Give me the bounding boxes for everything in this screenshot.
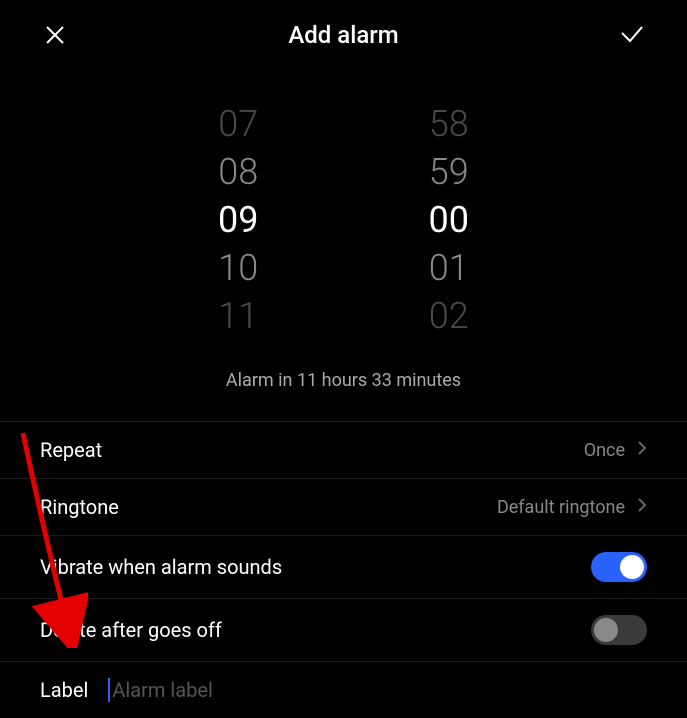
repeat-value: Once <box>584 440 625 461</box>
hour-option[interactable]: 11 <box>218 292 258 340</box>
ringtone-value: Default ringtone <box>497 497 625 518</box>
vibrate-toggle[interactable] <box>591 552 647 582</box>
label-field-label: Label <box>40 678 88 702</box>
alarm-label-input[interactable] <box>112 678 647 702</box>
hour-picker[interactable]: 07 08 09 10 11 <box>218 100 258 340</box>
repeat-setting[interactable]: Repeat Once <box>0 422 687 479</box>
minute-option[interactable]: 59 <box>429 148 469 196</box>
repeat-label: Repeat <box>40 438 102 462</box>
text-cursor <box>108 678 110 702</box>
delete-after-toggle[interactable] <box>591 615 647 645</box>
page-title: Add alarm <box>288 21 398 49</box>
minute-selected[interactable]: 00 <box>429 196 469 244</box>
delete-after-setting: Delete after goes off <box>0 599 687 662</box>
vibrate-label: Vibrate when alarm sounds <box>40 555 282 579</box>
ringtone-label: Ringtone <box>40 495 119 519</box>
minute-picker[interactable]: 58 59 00 01 02 <box>429 100 469 340</box>
minute-option[interactable]: 01 <box>429 244 469 292</box>
hour-selected[interactable]: 09 <box>218 196 258 244</box>
time-picker[interactable]: 07 08 09 10 11 58 59 00 01 02 <box>0 70 687 350</box>
minute-option[interactable]: 02 <box>429 292 469 340</box>
chevron-right-icon <box>637 497 647 518</box>
minute-option[interactable]: 58 <box>429 100 469 148</box>
alarm-countdown-info: Alarm in 11 hours 33 minutes <box>0 350 687 421</box>
ringtone-setting[interactable]: Ringtone Default ringtone <box>0 479 687 536</box>
hour-option[interactable]: 07 <box>218 100 258 148</box>
confirm-icon[interactable] <box>617 20 647 50</box>
hour-option[interactable]: 10 <box>218 244 258 292</box>
label-setting: Label <box>0 662 687 718</box>
vibrate-setting: Vibrate when alarm sounds <box>0 536 687 599</box>
close-icon[interactable] <box>40 20 70 50</box>
hour-option[interactable]: 08 <box>218 148 258 196</box>
chevron-right-icon <box>637 440 647 461</box>
delete-after-label: Delete after goes off <box>40 618 222 642</box>
